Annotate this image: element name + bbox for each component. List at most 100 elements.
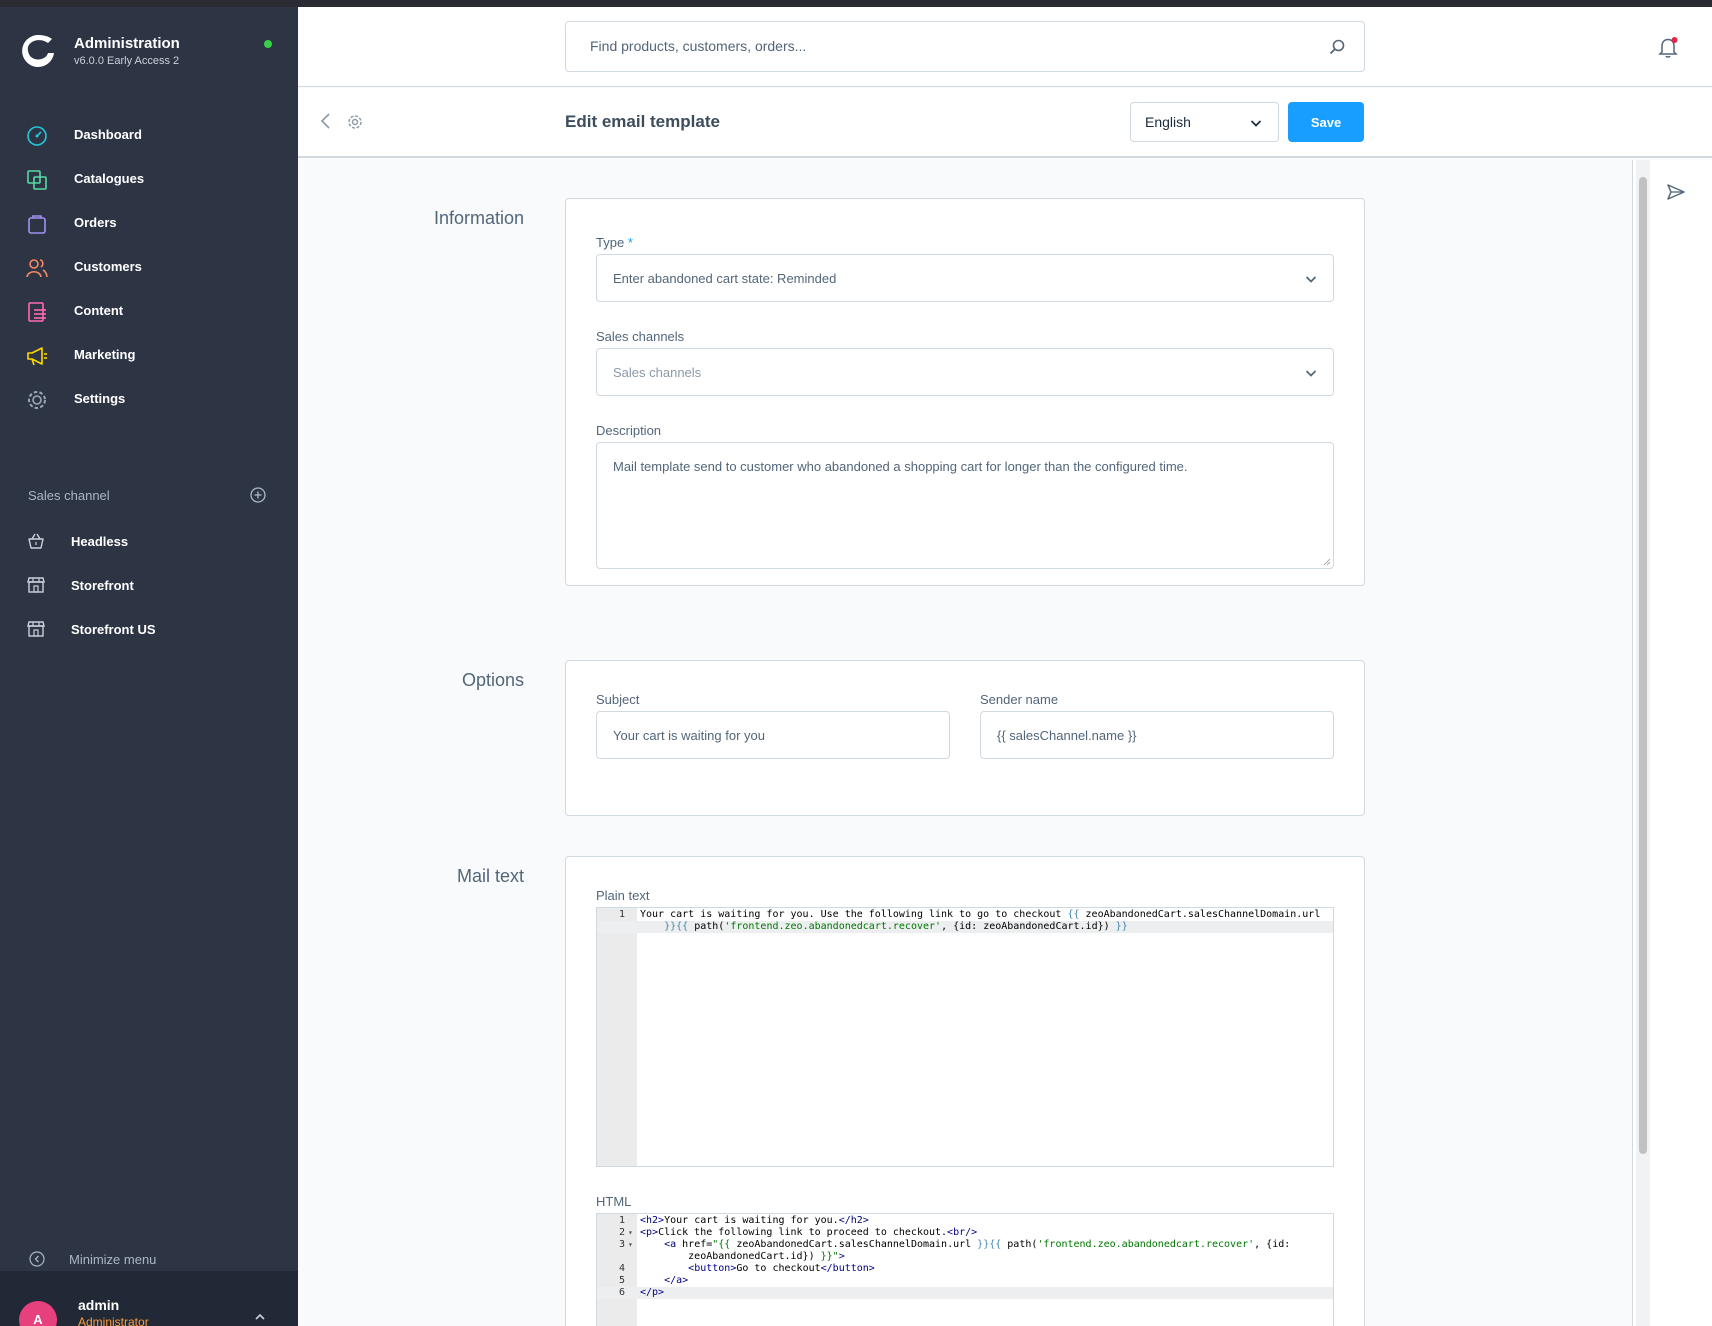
code-token: </p> [640, 1287, 665, 1298]
customers-icon [26, 259, 48, 278]
sidebar-item-marketing[interactable]: Marketing [0, 335, 298, 375]
back-arrow-icon[interactable] [318, 112, 334, 130]
subject-label: Subject [596, 692, 640, 707]
code-token: }}" [820, 1251, 839, 1262]
app-version: v6.0.0 Early Access 2 [74, 55, 180, 67]
storefront-icon [27, 621, 45, 637]
sidebar-item-orders[interactable]: Orders [0, 203, 298, 243]
code-line: 6 </p> [597, 1287, 1333, 1299]
code-line: 1 Your cart is waiting for you. Use the f… [597, 909, 1333, 921]
sidebar-item-settings[interactable]: Settings [0, 379, 298, 419]
fold-toggle-icon[interactable]: ▾ [628, 1239, 633, 1251]
language-value: English [1145, 114, 1191, 130]
settings-icon [28, 391, 46, 409]
chevron-up-icon[interactable] [254, 1311, 266, 1323]
sales-channel-item-storefront-us[interactable]: Storefront US [0, 608, 298, 648]
top-bar: Find products, customers, orders... [298, 7, 1712, 87]
user-name: admin [78, 1297, 120, 1313]
subject-input[interactable]: Your cart is waiting for you [596, 711, 950, 759]
options-card: Subject Your cart is waiting for you Sen… [565, 660, 1365, 816]
code-token: Click the following link to proceed to c… [658, 1227, 948, 1238]
code-text: <p>Click the following link to proceed t… [640, 1227, 977, 1239]
add-sales-channel-icon[interactable] [250, 487, 266, 503]
search-input[interactable]: Find products, customers, orders... [565, 21, 1365, 72]
line-number: 1 [618, 1215, 625, 1226]
gear-icon[interactable] [346, 113, 364, 131]
sidebar-item-label: Dashboard [74, 127, 142, 142]
code-line: 5 </a> [597, 1275, 1333, 1287]
sender-name-label: Sender name [980, 692, 1059, 707]
sidebar-item-content[interactable]: Content [0, 291, 298, 331]
code-text: zeoAbandonedCart.id}) }}"> [640, 1251, 845, 1263]
code-token: , {id: [1254, 1239, 1291, 1250]
information-section-title: Information [433, 208, 524, 228]
page-title: Edit email template [565, 112, 720, 131]
code-token: Your cart is waiting for you. [664, 1215, 839, 1226]
window-top-strip [0, 0, 1712, 7]
chevron-down-icon [1305, 276, 1317, 283]
user-menu[interactable]: A admin Administrator [0, 1271, 298, 1326]
fold-toggle-icon[interactable]: ▾ [628, 1227, 633, 1239]
plain-text-editor[interactable]: 1 Your cart is waiting for you. Use the f… [596, 907, 1334, 1167]
language-select[interactable]: English [1130, 102, 1279, 142]
sidebar-item-label: Catalogues [74, 171, 145, 186]
code-token: zeoAbandonedCart.id}) [640, 1251, 821, 1262]
code-line: 2 ▾ <p>Click the following link to proceed… [597, 1227, 1333, 1239]
html-label: HTML [596, 1194, 632, 1209]
type-select[interactable]: Enter abandoned cart state: Reminded [596, 254, 1334, 302]
sales-channel-item-storefront[interactable]: Storefront [0, 564, 298, 604]
line-number: 5 [618, 1275, 625, 1286]
online-status-dot [264, 40, 272, 48]
code-token: zeoAbandonedCart.salesChannelDomain.url [730, 1239, 978, 1250]
sidebar-item-label: Marketing [74, 347, 136, 362]
sales-channels-label: Sales channels [596, 329, 685, 344]
html-editor[interactable]: 1 <h2>Your cart is waiting for you.</h2> 2… [596, 1213, 1334, 1326]
sales-channel-item-headless[interactable]: Headless [0, 520, 298, 560]
code-text: </a> [640, 1275, 688, 1287]
information-card: Type * Enter abandoned cart state: Remin… [565, 198, 1365, 586]
scrollbar-thumb[interactable] [1639, 177, 1647, 1154]
notification-bell-icon[interactable] [1656, 35, 1680, 59]
code-token: <br/> [947, 1227, 978, 1238]
brand[interactable]: Administration v6.0.0 Early Access 2 [20, 29, 280, 79]
code-token: , {id: zeoAbandonedCart.id}) [941, 921, 1116, 932]
chevron-left-circle-icon [29, 1251, 45, 1267]
code-token: zeoAbandonedCart.salesChannelDomain.url [1079, 909, 1321, 920]
code-token: </button> [820, 1263, 875, 1274]
sidebar-item-catalogues[interactable]: Catalogues [0, 159, 298, 199]
required-marker: * [627, 235, 633, 250]
basket-icon [28, 533, 44, 549]
sidebar-item-customers[interactable]: Customers [0, 247, 298, 287]
sidebar-item-label: Settings [74, 391, 126, 406]
options-section-title: Options [461, 670, 524, 690]
code-text: Your cart is waiting for you. Use the fo… [640, 909, 1320, 921]
type-label-text: Type [596, 235, 625, 250]
sales-channel-label: Storefront US [71, 622, 156, 637]
code-token: }}{{ [977, 1239, 1002, 1250]
sidebar-item-dashboard[interactable]: Dashboard [0, 115, 298, 155]
code-token: path( [688, 921, 725, 932]
description-textarea[interactable]: Mail template send to customer who aband… [596, 442, 1334, 569]
orders-icon [28, 215, 46, 234]
description-label: Description [596, 423, 662, 438]
code-text: </p> [640, 1287, 664, 1299]
code-line: 4 <button>Go to checkout</button> [597, 1263, 1333, 1275]
code-token: path( [1001, 1239, 1038, 1250]
code-line: 1 <h2>Your cart is waiting for you.</h2> [597, 1215, 1333, 1227]
sender-name-input[interactable]: {{ salesChannel.name }} [980, 711, 1334, 759]
resize-handle-icon[interactable] [1323, 558, 1331, 566]
mail-text-card: Plain text 1 Your cart is waiting for you… [565, 856, 1365, 1326]
type-label: Type * [596, 235, 633, 250]
sales-channels-placeholder: Sales channels [613, 365, 702, 380]
catalogues-icon [27, 170, 47, 190]
search-icon[interactable] [1328, 38, 1346, 56]
storefront-icon [27, 577, 45, 593]
code-token: <a [664, 1239, 683, 1250]
save-button[interactable]: Save [1288, 102, 1364, 142]
send-test-mail-icon[interactable] [1666, 182, 1686, 202]
sales-channels-select[interactable]: Sales channels [596, 348, 1334, 396]
code-token: > [838, 1251, 845, 1262]
